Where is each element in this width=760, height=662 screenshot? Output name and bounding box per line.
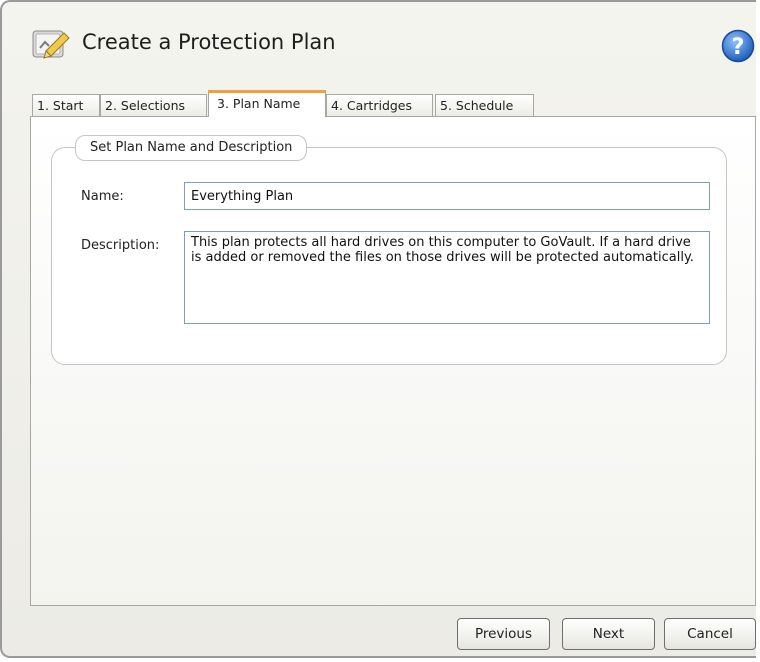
tab-selections[interactable]: 2. Selections [100, 94, 207, 116]
tab-schedule[interactable]: 5. Schedule [435, 94, 534, 116]
svg-text:?: ? [732, 35, 745, 60]
tab-panel: Set Plan Name and Description Name: Desc… [30, 116, 756, 606]
next-button[interactable]: Next [562, 618, 655, 650]
description-textarea[interactable]: This plan protects all hard drives on th… [184, 231, 710, 324]
help-icon[interactable]: ? [721, 29, 755, 63]
previous-button[interactable]: Previous [457, 618, 550, 650]
plan-name-input[interactable] [184, 182, 710, 210]
description-label: Description: [81, 238, 160, 253]
cancel-button[interactable]: Cancel [664, 618, 756, 650]
tab-plan-name[interactable]: 3. Plan Name [208, 90, 326, 117]
name-label: Name: [81, 189, 124, 204]
tab-start[interactable]: 1. Start [32, 94, 100, 116]
wizard-pencil-icon [32, 30, 70, 59]
group-legend: Set Plan Name and Description [75, 135, 308, 161]
window-title: Create a Protection Plan [82, 30, 336, 54]
tab-cartridges[interactable]: 4. Cartridges [326, 94, 433, 116]
wizard-window: Create a Protection Plan ? 1. Start 2. S… [0, 0, 756, 658]
